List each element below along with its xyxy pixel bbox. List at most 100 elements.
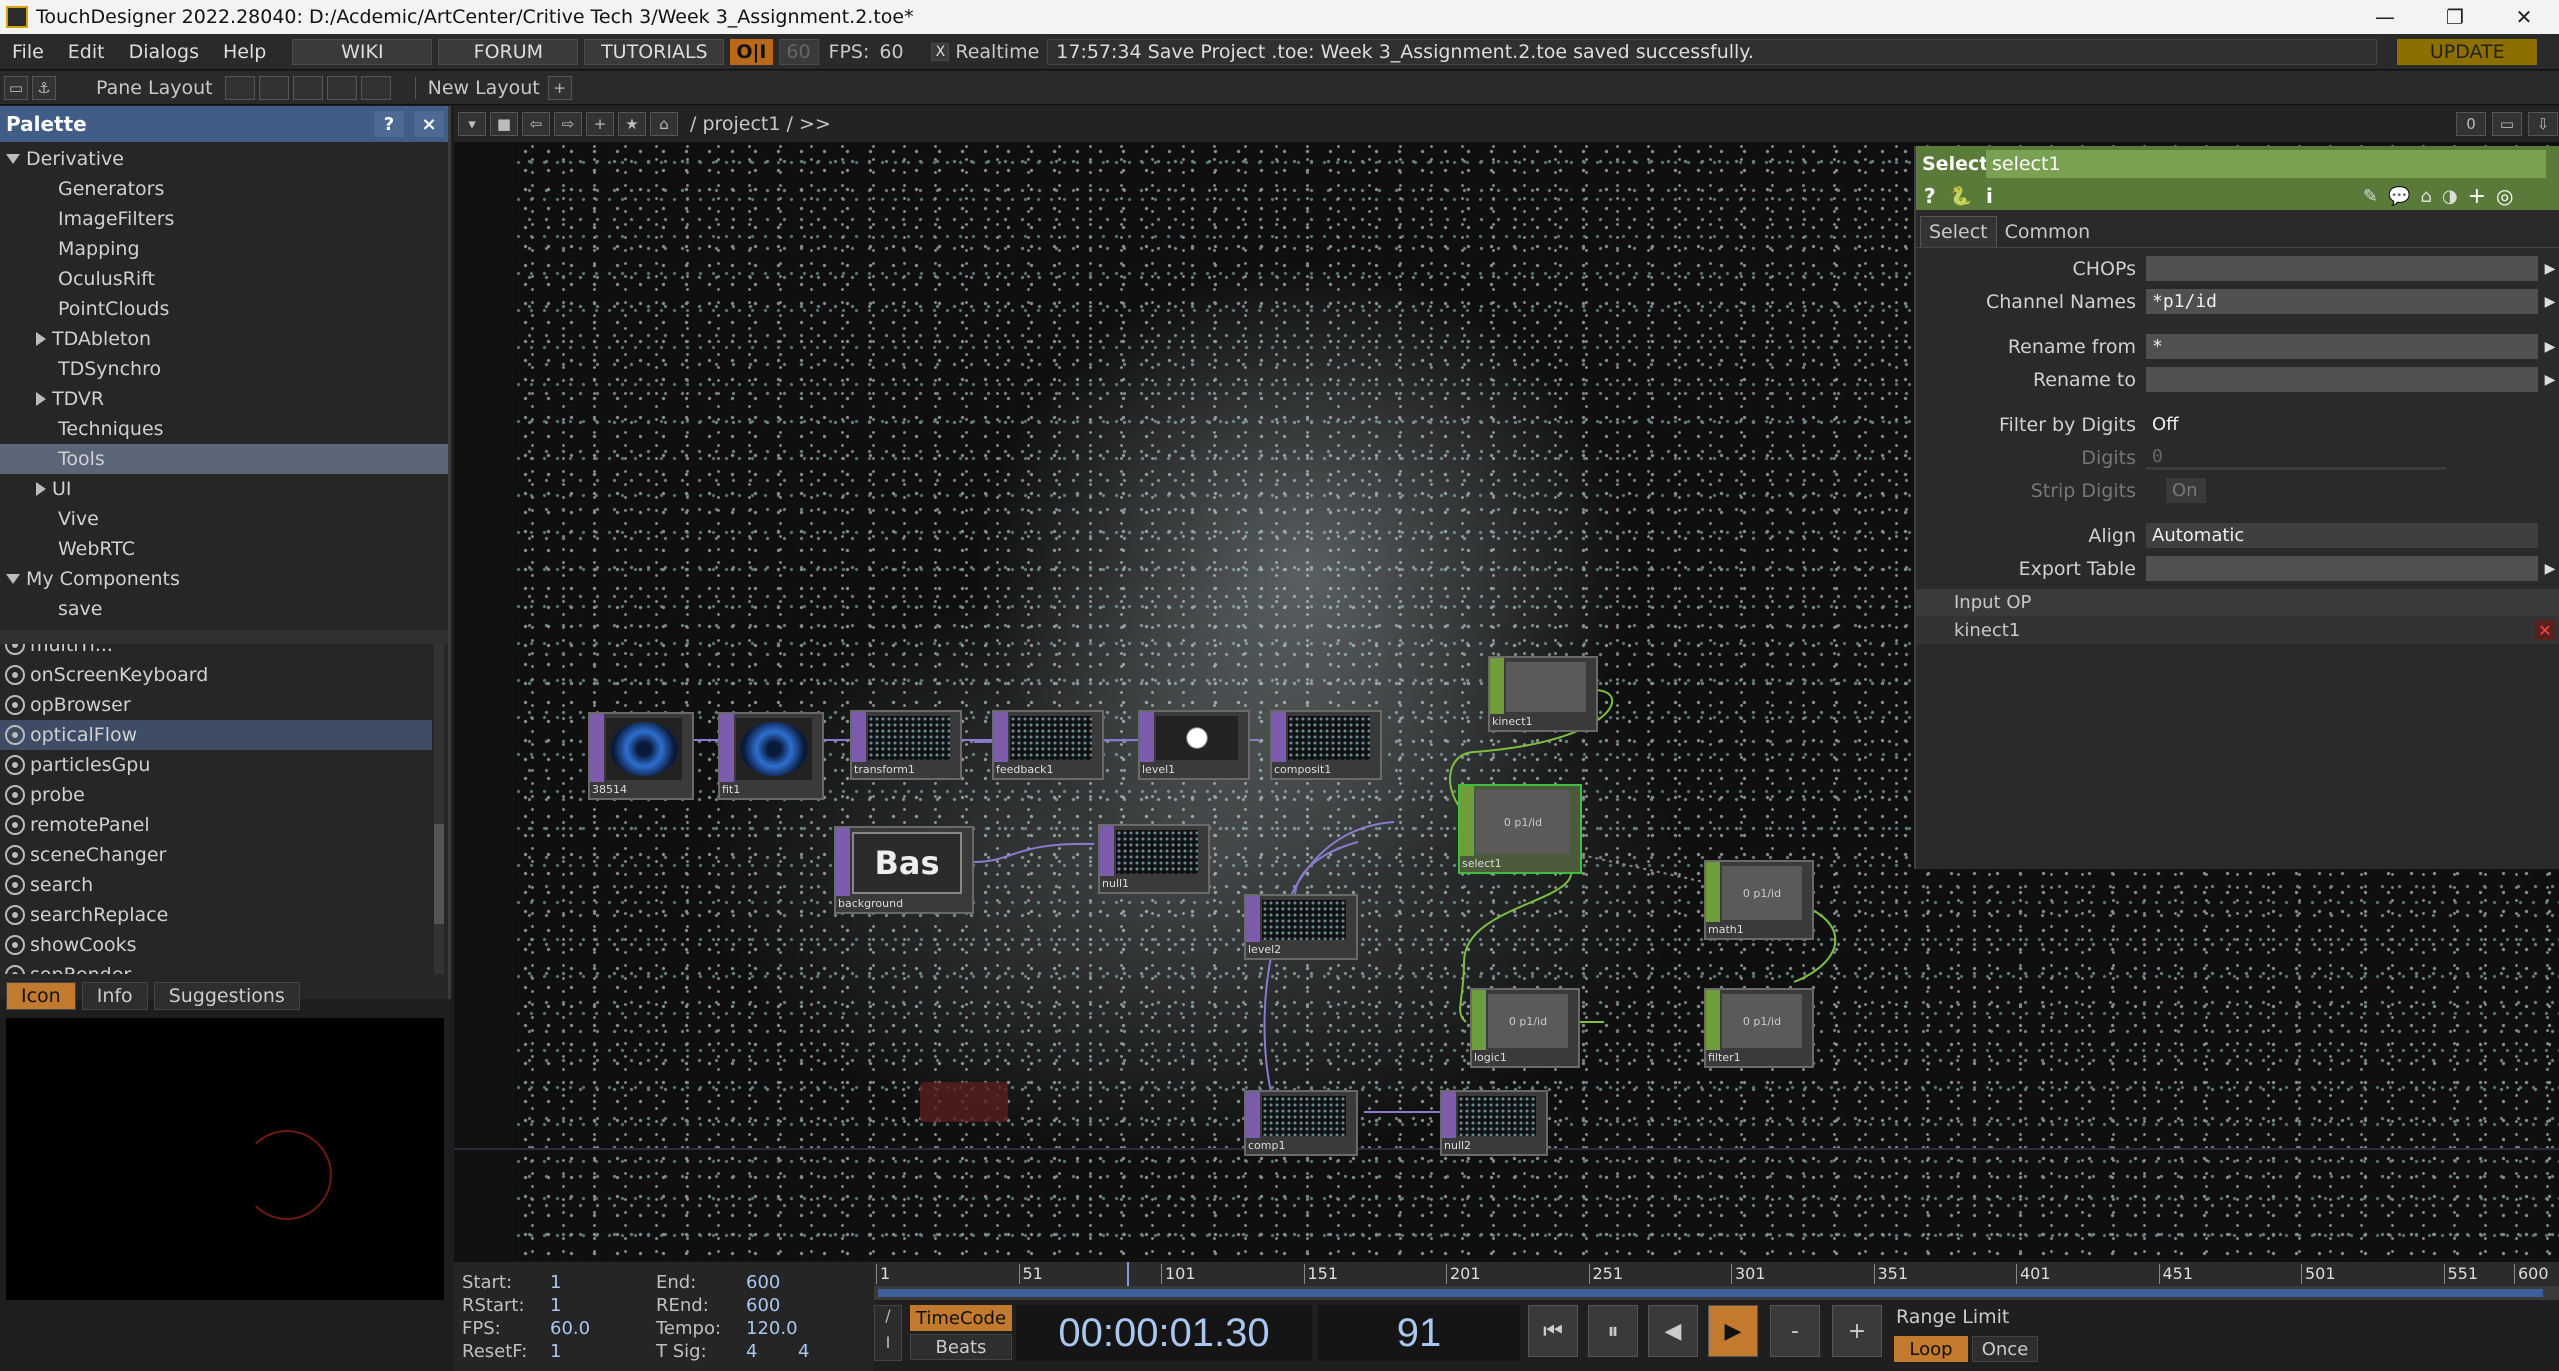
tab-icon[interactable]: Icon [6, 982, 76, 1010]
help-icon[interactable]: ? [1924, 184, 1936, 208]
tsig-a[interactable]: 4 [746, 1341, 757, 1362]
close-window-icon[interactable]: ✕ [2489, 0, 2559, 34]
pane-options-icon[interactable]: ⇩ [2528, 112, 2558, 136]
palette-tree-item[interactable]: My Components [0, 564, 448, 594]
op-name-field[interactable]: select1 [1986, 150, 2546, 178]
palette-tree-item[interactable]: UI [0, 474, 448, 504]
palette-tree-item[interactable]: TDVR [0, 384, 448, 414]
anchor-icon[interactable]: ⚓ [32, 75, 56, 100]
layout-split-h-icon[interactable] [292, 75, 323, 100]
menu-help[interactable]: Help [211, 41, 278, 63]
maximize-pane-icon[interactable]: ▭ [2492, 112, 2522, 136]
tab-select[interactable]: Select [1920, 216, 1997, 247]
step-back-icon[interactable]: ◀ [1648, 1305, 1698, 1357]
forward-icon[interactable]: ⇨ [554, 112, 582, 136]
home-icon[interactable]: ⌂ [650, 112, 678, 136]
layout-split-v-icon[interactable] [258, 75, 289, 100]
step-minus-button[interactable]: - [1770, 1305, 1820, 1357]
rewind-icon[interactable]: ⏮ [1528, 1305, 1578, 1357]
palette-tool-item[interactable]: opticalFlow [0, 720, 432, 750]
param-field[interactable]: On [2166, 478, 2206, 503]
menu-chevron-icon[interactable]: ▾ [458, 112, 486, 136]
playhead[interactable] [1127, 1262, 1129, 1286]
timecode-display[interactable]: 00:00:01.30 [1016, 1305, 1312, 1361]
param-menu-arrow-icon[interactable]: ▶ [2542, 334, 2558, 359]
node-level1[interactable]: level1 [1138, 710, 1250, 780]
step-plus-button[interactable]: + [1832, 1305, 1882, 1357]
update-button[interactable]: UPDATE [2397, 38, 2538, 65]
tab-suggestions[interactable]: Suggestions [153, 982, 300, 1010]
layout-three-icon[interactable] [326, 75, 357, 100]
add-param-icon[interactable]: + [2468, 184, 2486, 209]
node-select1[interactable]: 0 p1/id select1 [1458, 784, 1582, 874]
palette-tree-item[interactable]: Mapping [0, 234, 448, 264]
node-math1[interactable]: 0 p1/id math1 [1704, 860, 1814, 940]
palette-tool-item[interactable]: particlesGpu [0, 750, 432, 780]
palette-tree-item[interactable]: TDAbleton [0, 324, 448, 354]
tempo-value[interactable]: 120.0 [746, 1318, 798, 1339]
once-button[interactable]: Once [1972, 1336, 2038, 1362]
bookmark-tag-icon[interactable]: ⌂ [2420, 186, 2431, 207]
start-value[interactable]: 1 [550, 1272, 561, 1293]
palette-tool-item[interactable]: multiTi... [0, 644, 432, 660]
edit-icon[interactable]: ✎ [2363, 186, 2378, 207]
palette-tree-item[interactable]: TDSynchro [0, 354, 448, 384]
param-menu-arrow-icon[interactable]: ▶ [2542, 556, 2558, 581]
palette-tool-item[interactable]: searchReplace [0, 900, 432, 930]
palette-tree-item[interactable]: Tools [0, 444, 448, 474]
network-path[interactable]: / project1 / >> [690, 113, 831, 135]
minimize-icon[interactable]: — [2350, 0, 2420, 34]
wiki-button[interactable]: WIKI [292, 38, 433, 65]
node-feedback[interactable]: feedback1 [992, 710, 1104, 780]
param-menu-arrow-icon[interactable]: ▶ [2542, 289, 2558, 314]
node-kinect1[interactable]: kinect1 [1488, 656, 1598, 732]
palette-tree-item[interactable]: PointClouds [0, 294, 448, 324]
info-icon[interactable]: i [1986, 184, 1993, 208]
comment-icon[interactable]: 💬 [2388, 186, 2410, 207]
remove-input-icon[interactable]: ✕ [2535, 620, 2555, 640]
param-field[interactable] [2146, 256, 2538, 281]
tutorials-button[interactable]: TUTORIALS [584, 38, 725, 65]
add-op-icon[interactable]: + [586, 112, 614, 136]
pause-icon[interactable]: ⏸ [1588, 1305, 1638, 1357]
back-icon[interactable]: ⇦ [522, 112, 550, 136]
realtime-checkbox[interactable]: X [931, 42, 950, 61]
node-null2[interactable]: null2 [1440, 1090, 1548, 1156]
tab-info[interactable]: Info [81, 982, 148, 1010]
target-icon[interactable]: ◎ [2496, 184, 2513, 208]
param-field[interactable] [2146, 556, 2538, 581]
palette-help-button[interactable]: ? [374, 111, 404, 137]
node-filter1[interactable]: 0 p1/id filter1 [1704, 988, 1814, 1068]
stop-icon[interactable]: ■ [490, 112, 518, 136]
node-level2[interactable]: level2 [1244, 894, 1358, 960]
fps-value-bottom[interactable]: 60.0 [550, 1318, 590, 1339]
tab-common[interactable]: Common [1997, 217, 2099, 247]
timeline-side-buttons[interactable]: / I [874, 1305, 902, 1361]
palette-tool-item[interactable]: remotePanel [0, 810, 432, 840]
resetf-value[interactable]: 1 [550, 1341, 561, 1362]
palette-tree-item[interactable]: Vive [0, 504, 448, 534]
perform-mode-button[interactable]: O|I [730, 38, 773, 65]
node-null1[interactable]: null1 [1098, 824, 1210, 894]
rend-value[interactable]: 600 [746, 1295, 780, 1316]
forum-button[interactable]: FORUM [438, 38, 579, 65]
node-composite[interactable]: composit1 [1270, 710, 1382, 780]
param-field[interactable]: * [2146, 334, 2538, 359]
timecode-toggle[interactable]: TimeCode [910, 1305, 1012, 1331]
node-comp1[interactable]: comp1 [1244, 1090, 1358, 1156]
beats-toggle[interactable]: Beats [910, 1334, 1012, 1360]
input-op-row[interactable]: kinect1 ✕ [1916, 616, 2559, 644]
param-field[interactable]: *p1/id [2146, 289, 2538, 314]
expand-closed-icon[interactable] [36, 332, 46, 346]
expand-closed-icon[interactable] [36, 482, 46, 496]
menu-edit[interactable]: Edit [56, 41, 117, 63]
menu-file[interactable]: File [0, 41, 56, 63]
palette-tool-item[interactable]: sopRender [0, 960, 432, 974]
palette-tool-item[interactable]: sceneChanger [0, 840, 432, 870]
menu-dialogs[interactable]: Dialogs [117, 41, 211, 63]
frame-display[interactable]: 91 [1318, 1305, 1520, 1361]
palette-tree-item[interactable]: Generators [0, 174, 448, 204]
palette-divider[interactable] [0, 630, 448, 644]
palette-tree-item[interactable]: Derivative [0, 144, 448, 174]
tool-list-scrollbar[interactable] [434, 644, 444, 974]
